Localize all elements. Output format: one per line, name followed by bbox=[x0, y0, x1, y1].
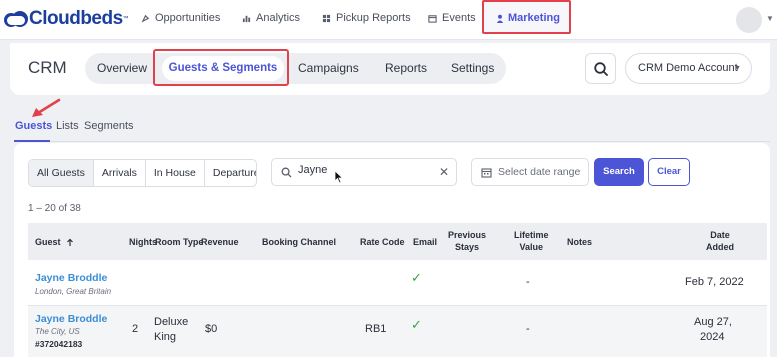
rate-code-value: RB1 bbox=[365, 323, 387, 335]
table-row[interactable]: Jayne Broddle The City, US #372042183 2 … bbox=[28, 306, 767, 357]
filter-in-house[interactable]: In House bbox=[146, 160, 205, 186]
subtab-segments[interactable]: Segments bbox=[84, 120, 134, 132]
table-row[interactable]: Jayne Broddle London, Great Britain ✓ - … bbox=[28, 260, 767, 306]
trademark: ™ bbox=[122, 16, 129, 22]
nav-marketing[interactable]: Marketing bbox=[482, 0, 571, 34]
guest-location: London, Great Britain bbox=[35, 287, 112, 296]
col-booking-channel[interactable]: Booking Channel bbox=[262, 236, 336, 248]
check-icon: ✓ bbox=[411, 270, 422, 285]
check-icon: ✓ bbox=[411, 317, 422, 332]
guests-card: All Guests Arrivals In House Departures … bbox=[14, 143, 770, 357]
crm-header: CRM Overview Guests & Segments Campaigns… bbox=[10, 43, 770, 95]
date-added-line1: Aug 27, bbox=[694, 316, 732, 328]
date-added-line2: 2024 bbox=[700, 331, 725, 343]
nav-opportunities-label: Opportunities bbox=[155, 12, 221, 24]
col-notes[interactable]: Notes bbox=[567, 236, 592, 248]
col-guest[interactable]: Guest bbox=[35, 236, 74, 248]
col-date-added[interactable]: Date Added bbox=[706, 229, 734, 253]
top-nav: Cloudbeds ™ Opportunities Analytics Pick… bbox=[0, 0, 777, 40]
nights-value: 2 bbox=[132, 323, 139, 335]
bar-chart-icon bbox=[242, 15, 251, 22]
tab-reports[interactable]: Reports bbox=[385, 61, 427, 75]
account-dropdown[interactable]: CRM Demo Account ▼ bbox=[625, 53, 752, 84]
filter-all-guests[interactable]: All Guests bbox=[29, 160, 94, 186]
clear-button[interactable]: Clear bbox=[648, 158, 690, 186]
search-button[interactable] bbox=[585, 53, 616, 84]
nav-marketing-label: Marketing bbox=[508, 12, 560, 24]
nav-analytics-label: Analytics bbox=[256, 12, 301, 24]
nav-opportunities[interactable]: Opportunities bbox=[141, 12, 220, 24]
col-rate-code[interactable]: Rate Code bbox=[360, 236, 405, 248]
guest-name-link[interactable]: Jayne Broddle bbox=[35, 313, 107, 325]
guest-search-box: ✕ bbox=[271, 158, 457, 186]
red-arrow-icon bbox=[32, 98, 61, 117]
tab-overview[interactable]: Overview bbox=[97, 61, 147, 75]
guest-location: The City, US bbox=[35, 327, 80, 336]
nav-pickup-reports-label: Pickup Reports bbox=[336, 12, 411, 24]
active-tab-indicator bbox=[14, 140, 50, 142]
tab-settings[interactable]: Settings bbox=[451, 61, 494, 75]
calendar-icon bbox=[481, 168, 492, 178]
search-submit-button[interactable]: Search bbox=[594, 158, 644, 186]
cloudbeds-logo[interactable]: Cloudbeds ™ bbox=[4, 8, 129, 30]
cloud-logo-icon bbox=[4, 11, 28, 27]
close-icon[interactable]: ✕ bbox=[439, 165, 449, 179]
lifetime-value: - bbox=[526, 323, 530, 335]
col-email[interactable]: Email bbox=[413, 236, 437, 248]
search-input[interactable] bbox=[298, 164, 428, 176]
nav-events[interactable]: Events bbox=[428, 12, 476, 24]
col-room-type[interactable]: Room Type bbox=[155, 236, 203, 248]
col-revenue[interactable]: Revenue bbox=[201, 236, 239, 248]
crm-tabs: Overview Guests & Segments Campaigns Rep… bbox=[85, 53, 506, 84]
nav-analytics[interactable]: Analytics bbox=[242, 12, 300, 24]
room-type-line2: King bbox=[154, 331, 177, 343]
filter-arrivals[interactable]: Arrivals bbox=[94, 160, 146, 186]
subtab-guests[interactable]: Guests bbox=[15, 120, 52, 132]
calendar-icon bbox=[428, 14, 437, 23]
room-type-line1: Deluxe bbox=[154, 316, 189, 328]
revenue-value: $0 bbox=[205, 323, 218, 335]
nav-events-label: Events bbox=[442, 12, 476, 24]
account-name: CRM Demo Account bbox=[638, 62, 738, 74]
reservation-id: #372042183 bbox=[35, 339, 83, 349]
highlight-box bbox=[153, 49, 289, 86]
user-icon bbox=[496, 14, 504, 23]
table-header: Guest Nights Room Type Revenue Booking C… bbox=[28, 223, 767, 260]
col-previous-stays[interactable]: Previous Stays bbox=[448, 229, 486, 253]
nav-pickup-reports[interactable]: Pickup Reports bbox=[322, 12, 411, 24]
rocket-icon bbox=[141, 14, 150, 23]
brand-name: Cloudbeds bbox=[29, 8, 123, 29]
filter-departures[interactable]: Departures bbox=[205, 160, 256, 186]
grid-icon bbox=[322, 14, 331, 22]
chevron-down-icon[interactable]: ▼ bbox=[766, 14, 774, 23]
divider bbox=[14, 141, 770, 142]
date-range-picker[interactable]: Select date range bbox=[471, 158, 589, 186]
col-lifetime-value[interactable]: Lifetime Value bbox=[514, 229, 549, 253]
search-icon bbox=[281, 167, 292, 178]
guest-filter-group: All Guests Arrivals In House Departures bbox=[28, 159, 257, 187]
chevron-down-icon: ▼ bbox=[734, 65, 741, 72]
results-count: 1 – 20 of 38 bbox=[28, 203, 81, 214]
date-range-placeholder: Select date range bbox=[498, 166, 581, 178]
guest-name-link[interactable]: Jayne Broddle bbox=[35, 272, 107, 284]
lifetime-value: - bbox=[526, 276, 530, 288]
sort-up-icon bbox=[67, 238, 73, 247]
date-added: Feb 7, 2022 bbox=[685, 276, 744, 288]
subtab-lists[interactable]: Lists bbox=[56, 120, 79, 132]
search-icon bbox=[594, 62, 608, 76]
page-title: CRM bbox=[28, 58, 67, 77]
avatar[interactable] bbox=[736, 7, 762, 33]
mouse-cursor-icon bbox=[334, 170, 344, 184]
tab-campaigns[interactable]: Campaigns bbox=[298, 61, 359, 75]
col-nights[interactable]: Nights bbox=[129, 236, 157, 248]
